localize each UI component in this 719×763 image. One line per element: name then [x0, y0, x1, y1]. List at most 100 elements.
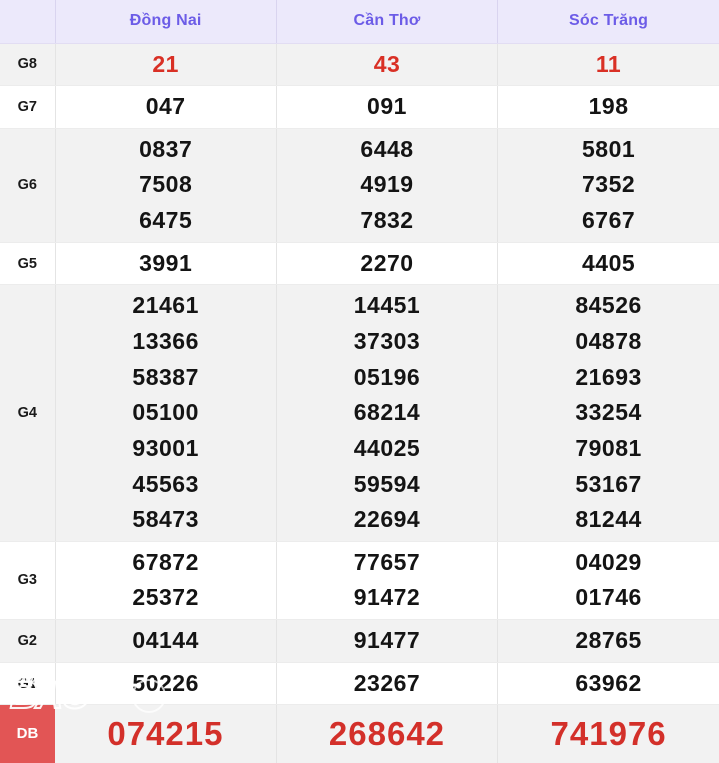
prize-label-g6: G6: [0, 128, 56, 243]
column-header-dong-nai[interactable]: Đồng Nai: [55, 0, 277, 44]
prize-number: 45563: [132, 470, 199, 497]
prize-number: 21693: [575, 363, 642, 390]
prize-number: 28765: [575, 627, 642, 654]
prize-cell-g1-dong-nai[interactable]: 50226: [55, 662, 277, 706]
prize-number: 05196: [353, 363, 421, 390]
table-header: Đồng Nai Cần Thơ Sóc Trăng: [0, 0, 719, 44]
prize-number: 3991: [139, 249, 193, 276]
column-header-can-tho[interactable]: Cần Thơ: [276, 0, 499, 44]
prize-cell-g2-dong-nai[interactable]: 04144: [55, 619, 277, 663]
prize-cell-g2-soc-trang[interactable]: 28765: [497, 619, 719, 663]
prize-number: 58387: [132, 363, 199, 390]
header-corner-cell: [0, 0, 56, 44]
prize-number: 21461: [132, 292, 199, 319]
prize-number: 074215: [107, 715, 224, 753]
prize-number: 04029: [575, 548, 642, 575]
prize-number: 59594: [353, 470, 421, 497]
prize-number: 198: [588, 93, 629, 120]
prize-cell-g3-can-tho[interactable]: 77657 91472: [276, 541, 499, 621]
table-row: G5 3991 2270 4405: [0, 242, 719, 286]
prize-number: 91477: [353, 627, 421, 654]
prize-number: 81244: [575, 506, 642, 533]
prize-number: 58473: [132, 506, 199, 533]
prize-number: 268642: [328, 715, 446, 753]
prize-number: 50226: [132, 669, 199, 696]
prize-number: 79081: [575, 434, 642, 461]
lottery-results-table: Đồng Nai Cần Thơ Sóc Trăng G8 21 43 11 G…: [0, 0, 719, 763]
prize-number: 7832: [360, 207, 414, 234]
prize-number: 6767: [581, 207, 636, 234]
prize-cell-g7-can-tho[interactable]: 091: [276, 85, 499, 129]
table-row: G6 0837 7508 6475 6448 4919 7832 5801 73…: [0, 128, 719, 243]
prize-number: 6475: [139, 207, 193, 234]
prize-number: 53167: [575, 470, 642, 497]
prize-number: 67872: [132, 548, 199, 575]
prize-number: 0837: [139, 135, 193, 162]
prize-cell-g8-soc-trang[interactable]: 11: [497, 43, 719, 87]
prize-number: 22694: [353, 506, 421, 533]
prize-number: 05100: [132, 399, 199, 426]
prize-number: 13366: [132, 327, 199, 354]
prize-number: 7352: [581, 171, 636, 198]
prize-number: 33254: [575, 399, 642, 426]
prize-cell-g5-dong-nai[interactable]: 3991: [55, 242, 277, 286]
prize-number: 37303: [353, 327, 421, 354]
prize-cell-db-can-tho[interactable]: 268642: [276, 704, 499, 763]
prize-label-g4: G4: [0, 284, 56, 542]
column-header-soc-trang[interactable]: Sóc Trăng: [497, 0, 719, 44]
prize-cell-g6-dong-nai[interactable]: 0837 7508 6475: [55, 128, 277, 243]
prize-number: 77657: [353, 548, 421, 575]
prize-number: 7508: [139, 171, 193, 198]
prize-cell-db-dong-nai[interactable]: 074215: [55, 704, 277, 763]
prize-number: 93001: [132, 434, 199, 461]
table-row: G3 67872 25372 77657 91472 04029 01746: [0, 541, 719, 621]
prize-label-g1: G1: [0, 662, 56, 706]
prize-number: 14451: [353, 292, 421, 319]
prize-number: 25372: [132, 584, 199, 611]
prize-number: 84526: [575, 292, 642, 319]
prize-cell-g2-can-tho[interactable]: 91477: [276, 619, 499, 663]
table-row: G2 04144 91477 28765: [0, 619, 719, 663]
results-grid: Đồng Nai Cần Thơ Sóc Trăng G8 21 43 11 G…: [0, 0, 719, 763]
prize-number: 91472: [353, 584, 421, 611]
prize-cell-g4-soc-trang[interactable]: 84526 04878 21693 33254 79081 53167 8124…: [497, 284, 719, 542]
prize-cell-g8-dong-nai[interactable]: 21: [55, 43, 277, 87]
prize-cell-g1-can-tho[interactable]: 23267: [276, 662, 499, 706]
prize-cell-g7-soc-trang[interactable]: 198: [497, 85, 719, 129]
prize-label-g2: G2: [0, 619, 56, 663]
prize-cell-g7-dong-nai[interactable]: 047: [55, 85, 277, 129]
table-row: G8 21 43 11: [0, 43, 719, 87]
prize-cell-g4-can-tho[interactable]: 14451 37303 05196 68214 44025 59594 2269…: [276, 284, 499, 542]
prize-number: 4919: [360, 171, 414, 198]
prize-label-g3: G3: [0, 541, 56, 621]
prize-label-db: DB: [0, 704, 55, 763]
prize-label-g7: G7: [0, 85, 56, 129]
prize-cell-g6-soc-trang[interactable]: 5801 7352 6767: [497, 128, 719, 243]
prize-cell-db-soc-trang[interactable]: 741976: [497, 704, 719, 763]
prize-number: 43: [373, 50, 401, 77]
prize-cell-g5-soc-trang[interactable]: 4405: [497, 242, 719, 286]
prize-cell-g1-soc-trang[interactable]: 63962: [497, 662, 719, 706]
table-row-special-prize: DB 074215 268642 741976: [0, 704, 719, 763]
prize-cell-g4-dong-nai[interactable]: 21461 13366 58387 05100 93001 45563 5847…: [55, 284, 277, 542]
prize-cell-g8-can-tho[interactable]: 43: [276, 43, 499, 87]
prize-cell-g3-soc-trang[interactable]: 04029 01746: [497, 541, 719, 621]
table-row: G7 047 091 198: [0, 85, 719, 129]
table-row: G1 50226 23267 63962: [0, 662, 719, 706]
prize-number: 63962: [575, 669, 642, 696]
prize-label-g5: G5: [0, 242, 56, 286]
table-row: G4 21461 13366 58387 05100 93001 45563 5…: [0, 284, 719, 542]
prize-cell-g5-can-tho[interactable]: 2270: [276, 242, 499, 286]
prize-number: 44025: [353, 434, 421, 461]
prize-number: 5801: [581, 135, 636, 162]
header-row: Đồng Nai Cần Thơ Sóc Trăng: [0, 0, 719, 44]
prize-number: 2270: [360, 249, 414, 276]
prize-number: 21: [152, 50, 179, 77]
prize-cell-g3-dong-nai[interactable]: 67872 25372: [55, 541, 277, 621]
prize-cell-g6-can-tho[interactable]: 6448 4919 7832: [276, 128, 499, 243]
prize-number: 04144: [132, 627, 199, 654]
prize-number: 68214: [353, 399, 421, 426]
prize-number: 4405: [581, 249, 636, 276]
prize-number: 047: [145, 93, 186, 120]
prize-number: 11: [595, 50, 622, 77]
